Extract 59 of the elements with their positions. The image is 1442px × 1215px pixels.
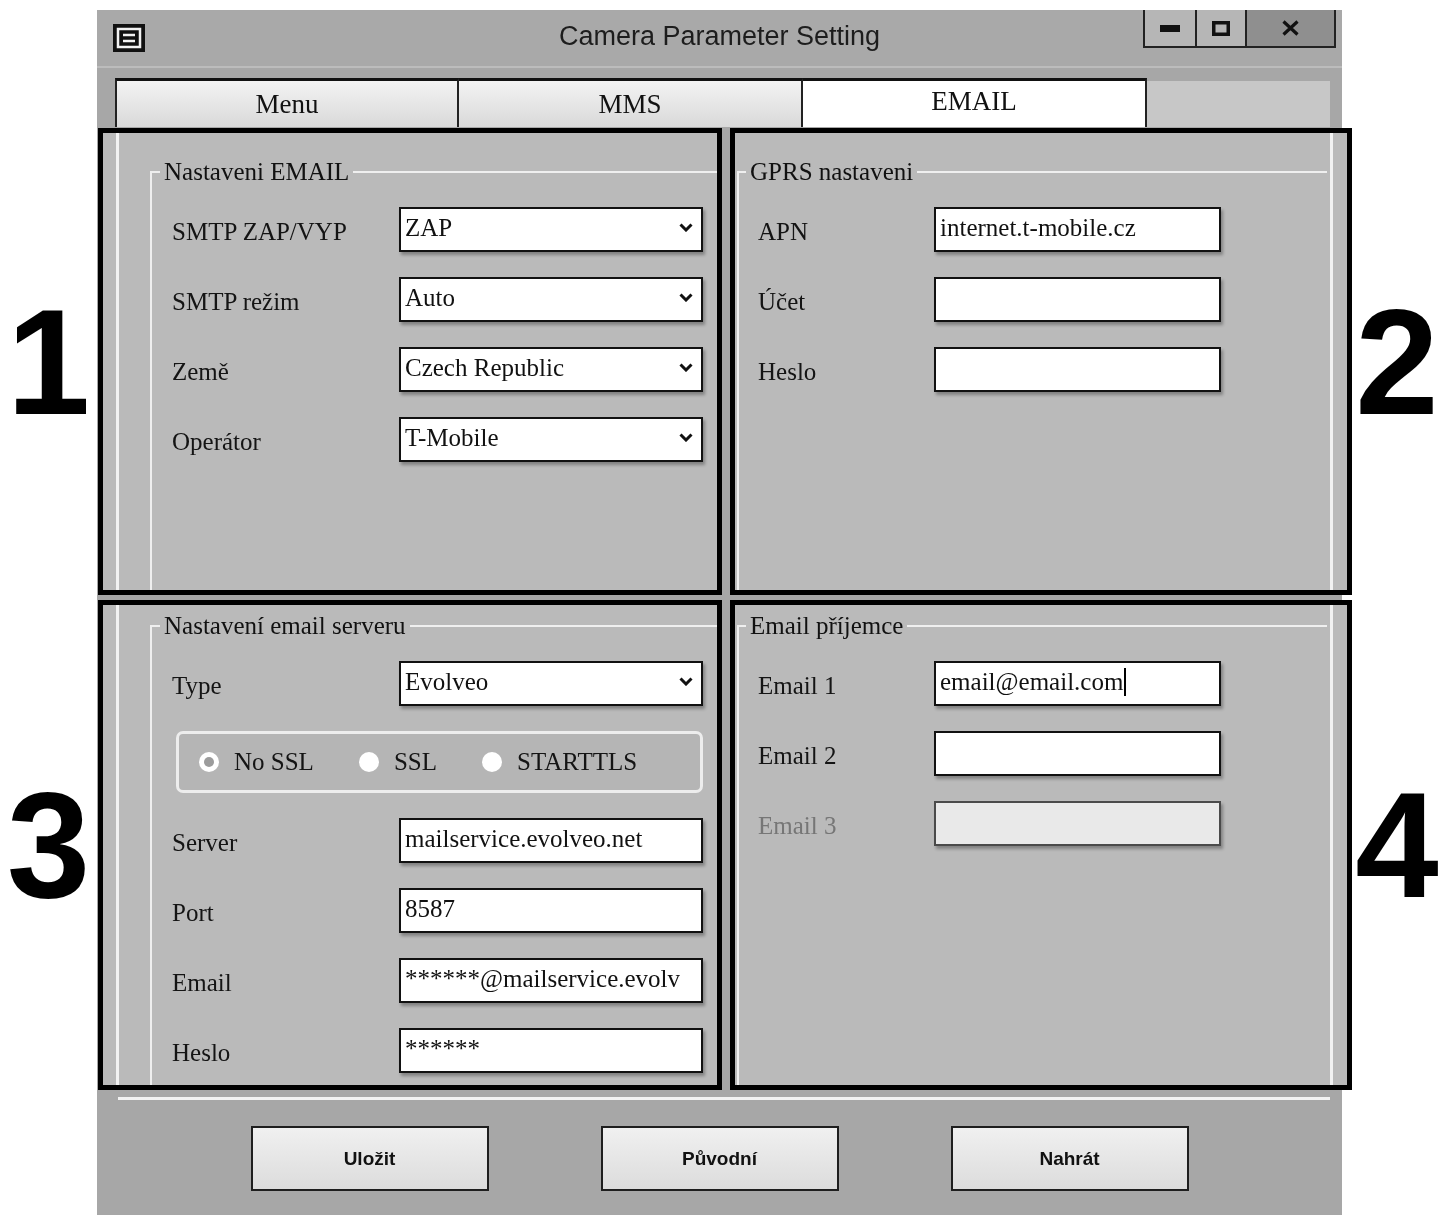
field-label: Účet (758, 286, 806, 317)
field-label: APN (758, 216, 808, 247)
section-number: 1 (6, 301, 91, 422)
field-label: Port (172, 897, 214, 928)
input-field[interactable] (934, 277, 1221, 322)
input-field[interactable]: 8587 (399, 888, 703, 933)
field-label: Server (172, 827, 238, 858)
dropdown[interactable]: Czech Republic (399, 347, 703, 392)
close-button[interactable] (1245, 10, 1336, 48)
dialog-button[interactable]: Nahrát (950, 1126, 1189, 1191)
input-field[interactable]: ******@mailservice.evolv (399, 958, 703, 1003)
field-label: Heslo (758, 356, 817, 387)
radio-option[interactable]: STARTTLS (481, 748, 638, 776)
input-field[interactable] (934, 347, 1221, 392)
input-field[interactable]: email@email.com (934, 661, 1221, 706)
dialog-button[interactable]: Uložit (250, 1126, 489, 1191)
dialog-button[interactable]: Původní (600, 1126, 839, 1191)
group-title: GPRS nastaveni (749, 157, 915, 187)
maximize-button[interactable] (1195, 10, 1245, 48)
input-field[interactable]: ****** (399, 1028, 703, 1073)
section-number: 4 (1355, 785, 1439, 905)
tab[interactable]: EMAIL (803, 78, 1147, 127)
input-field[interactable] (934, 731, 1221, 776)
group-title: Nastaveni EMAIL (163, 157, 351, 187)
minimize-button[interactable] (1143, 10, 1195, 48)
minimize-icon (1160, 24, 1180, 32)
field-label: Země (172, 356, 229, 387)
field-label: Heslo (172, 1037, 231, 1068)
field-label: SMTP ZAP/VYP (172, 216, 347, 247)
close-icon (1282, 20, 1299, 36)
tab[interactable]: MMS (459, 78, 803, 127)
field-label: SMTP režim (172, 286, 300, 317)
field-label: Email 2 (758, 740, 837, 771)
radio-option[interactable]: No SSL (198, 748, 314, 776)
chevron-down-icon (679, 293, 693, 302)
chevron-down-icon (679, 223, 693, 232)
dropdown[interactable]: Auto (399, 277, 703, 322)
window-title: Camera Parameter Setting (558, 20, 881, 53)
dropdown[interactable]: ZAP (399, 207, 703, 252)
section-number: 2 (1355, 301, 1439, 422)
app-icon (113, 24, 145, 52)
field-label: Email 1 (758, 670, 837, 701)
radio-option[interactable]: SSL (357, 748, 437, 776)
chevron-down-icon (679, 677, 693, 686)
dropdown[interactable]: T-Mobile (399, 417, 703, 462)
tab[interactable]: Menu (115, 78, 459, 127)
section-number: 3 (6, 785, 91, 905)
group-title: Email příjemce (749, 611, 905, 641)
input-field[interactable]: mailservice.evolveo.net (399, 818, 703, 863)
chevron-down-icon (679, 363, 693, 372)
field-label: Type (172, 670, 222, 701)
input-field[interactable]: internet.t-mobile.cz (934, 207, 1221, 252)
maximize-icon (1212, 20, 1230, 36)
dropdown[interactable]: Evolveo (399, 661, 703, 706)
group-title: Nastavení email serveru (163, 611, 407, 641)
chevron-down-icon (679, 433, 693, 442)
field-label: Operátor (172, 426, 261, 457)
field-label: Email 3 (758, 810, 837, 841)
field-label: Email (172, 967, 232, 998)
